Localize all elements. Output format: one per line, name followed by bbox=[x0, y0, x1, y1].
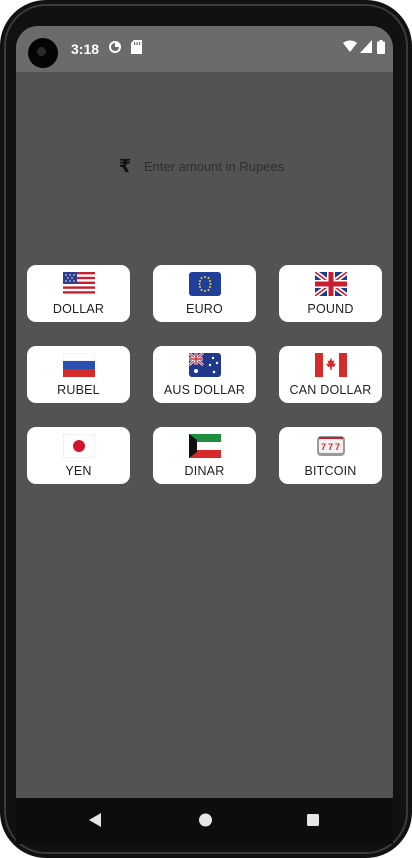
currency-button-can-dollar[interactable]: CAN DOLLAR bbox=[279, 346, 382, 403]
status-bar: 3:18 bbox=[16, 26, 393, 72]
amount-entry: ₹ bbox=[118, 156, 344, 176]
currency-button-yen[interactable]: YEN bbox=[27, 427, 130, 484]
currency-label: DOLLAR bbox=[52, 302, 105, 316]
home-icon[interactable] bbox=[198, 812, 213, 833]
app-screen: 3:18 ₹ Enter amount in Rupees DOLLAR EUR… bbox=[16, 26, 393, 798]
back-icon[interactable] bbox=[88, 812, 102, 833]
currency-button-euro[interactable]: EURO bbox=[153, 265, 256, 322]
slot-machine-icon: 7 7 7 bbox=[314, 433, 348, 459]
cell-signal-icon bbox=[360, 40, 372, 53]
currency-label: POUND bbox=[307, 302, 354, 316]
data-saver-icon bbox=[108, 40, 122, 54]
japan-flag-icon bbox=[62, 433, 96, 459]
svg-text:7: 7 bbox=[328, 442, 333, 452]
australia-flag-icon bbox=[188, 352, 222, 378]
currency-button-aus-dollar[interactable]: AUS DOLLAR bbox=[153, 346, 256, 403]
us-flag-icon bbox=[62, 271, 96, 297]
front-camera bbox=[28, 38, 58, 68]
russia-flag-icon bbox=[62, 352, 96, 378]
wifi-icon bbox=[343, 40, 357, 53]
canada-flag-icon bbox=[314, 352, 348, 378]
currency-label: EURO bbox=[186, 302, 223, 316]
currency-button-pound[interactable]: POUND bbox=[279, 265, 382, 322]
navigation-bar bbox=[16, 798, 393, 844]
rupee-icon: ₹ bbox=[118, 156, 132, 176]
currency-label: DINAR bbox=[184, 464, 225, 478]
battery-icon bbox=[377, 40, 385, 54]
currency-button-rubel[interactable]: RUBEL bbox=[27, 346, 130, 403]
sd-card-icon bbox=[131, 40, 142, 54]
kuwait-flag-icon bbox=[188, 433, 222, 459]
currency-label: AUS DOLLAR bbox=[163, 383, 246, 397]
recents-icon[interactable] bbox=[306, 812, 320, 833]
currency-label: CAN DOLLAR bbox=[289, 383, 372, 397]
svg-text:7: 7 bbox=[321, 442, 326, 452]
uk-flag-icon bbox=[314, 271, 348, 297]
currency-button-dollar[interactable]: DOLLAR bbox=[27, 265, 130, 322]
amount-input[interactable] bbox=[144, 156, 344, 176]
svg-text:7: 7 bbox=[335, 442, 340, 452]
status-time: 3:18 bbox=[71, 41, 100, 57]
currency-label: BITCOIN bbox=[304, 464, 357, 478]
currency-label: YEN bbox=[65, 464, 92, 478]
eu-flag-icon bbox=[188, 271, 222, 297]
currency-button-bitcoin[interactable]: 7 7 7 BITCOIN bbox=[279, 427, 382, 484]
currency-button-dinar[interactable]: DINAR bbox=[153, 427, 256, 484]
currency-label: RUBEL bbox=[57, 383, 100, 397]
